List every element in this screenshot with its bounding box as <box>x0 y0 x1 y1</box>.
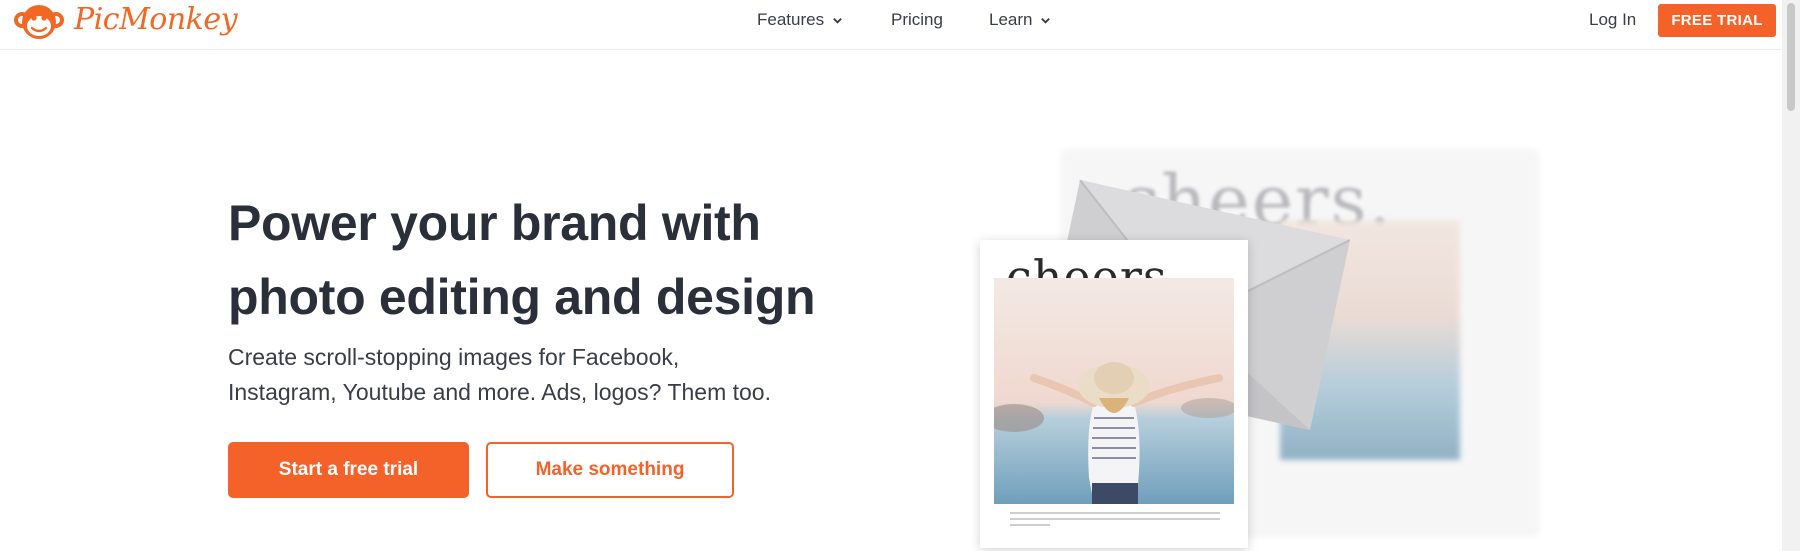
page-scrollbar[interactable] <box>1782 0 1800 551</box>
nav-features[interactable]: Features <box>757 10 843 30</box>
card-caption-lines <box>1010 512 1220 530</box>
chevron-down-icon <box>833 17 842 24</box>
picmonkey-logo[interactable]: PicMonkey <box>10 0 238 44</box>
beach-woman-photo <box>994 278 1234 504</box>
free-trial-button[interactable]: FREE TRIAL <box>1658 4 1776 37</box>
hero-subtitle-line-2: Instagram, Youtube and more. Ads, logos?… <box>228 379 771 405</box>
hero-title: Power your brand with photo editing and … <box>228 186 848 334</box>
login-link[interactable]: Log In <box>1589 10 1636 30</box>
start-free-trial-button[interactable]: Start a free trial <box>228 442 469 498</box>
logo-wordmark: PicMonkey <box>74 1 238 37</box>
scrollbar-thumb[interactable] <box>1787 3 1795 111</box>
monkey-logo-icon <box>14 5 64 39</box>
nav-pricing-label: Pricing <box>891 10 943 29</box>
nav-learn-label: Learn <box>989 10 1033 29</box>
nav-features-label: Features <box>757 10 825 29</box>
hero-subtitle-line-1: Create scroll-stopping images for Facebo… <box>228 344 680 370</box>
nav-pricing[interactable]: Pricing <box>891 10 943 30</box>
make-something-button[interactable]: Make something <box>486 442 734 498</box>
hero-illustration: cheers. cheers. <box>980 140 1560 551</box>
hero-subtitle: Create scroll-stopping images for Facebo… <box>228 340 788 410</box>
cheers-card: cheers. <box>980 240 1248 548</box>
hero-title-line-2: photo editing and design <box>228 269 816 325</box>
site-header: PicMonkey Features Pricing Learn Log In … <box>0 0 1782 50</box>
nav-learn[interactable]: Learn <box>989 10 1051 30</box>
chevron-down-icon <box>1041 17 1051 24</box>
hero-title-line-1: Power your brand with <box>228 195 761 251</box>
